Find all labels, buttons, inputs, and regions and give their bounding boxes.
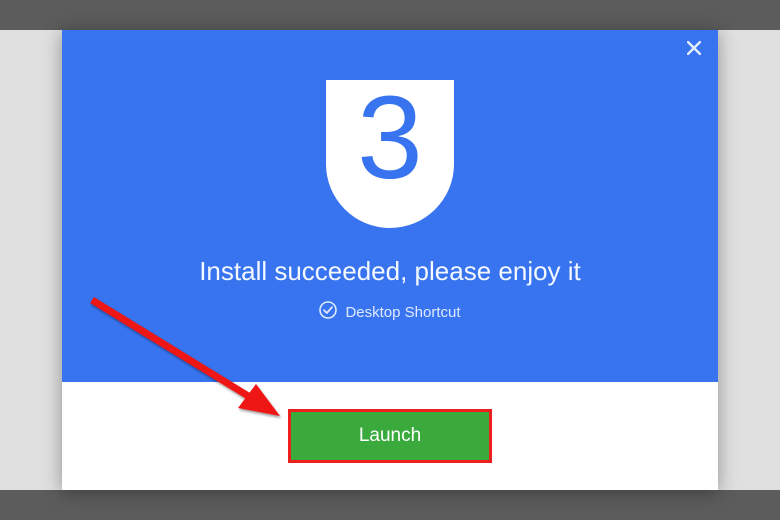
installer-dialog: 3 Install succeeded, please enjoy it Des… <box>62 30 718 490</box>
shield-icon: 3 <box>326 80 454 228</box>
frame-side-left <box>0 30 62 490</box>
install-success-message: Install succeeded, please enjoy it <box>62 256 718 287</box>
close-icon <box>687 41 701 60</box>
close-button[interactable] <box>682 38 706 62</box>
app-logo: 3 <box>62 30 718 228</box>
hero-panel: 3 Install succeeded, please enjoy it Des… <box>62 30 718 382</box>
check-circle-icon <box>319 301 337 323</box>
logo-digit: 3 <box>357 79 423 197</box>
dialog-footer: Launch <box>62 382 718 490</box>
frame-side-right <box>718 30 780 490</box>
desktop-shortcut-toggle[interactable]: Desktop Shortcut <box>62 301 718 323</box>
frame-band-bottom <box>0 490 780 520</box>
launch-button[interactable]: Launch <box>291 412 489 460</box>
frame-band-top <box>0 0 780 30</box>
desktop-shortcut-label: Desktop Shortcut <box>345 304 460 321</box>
